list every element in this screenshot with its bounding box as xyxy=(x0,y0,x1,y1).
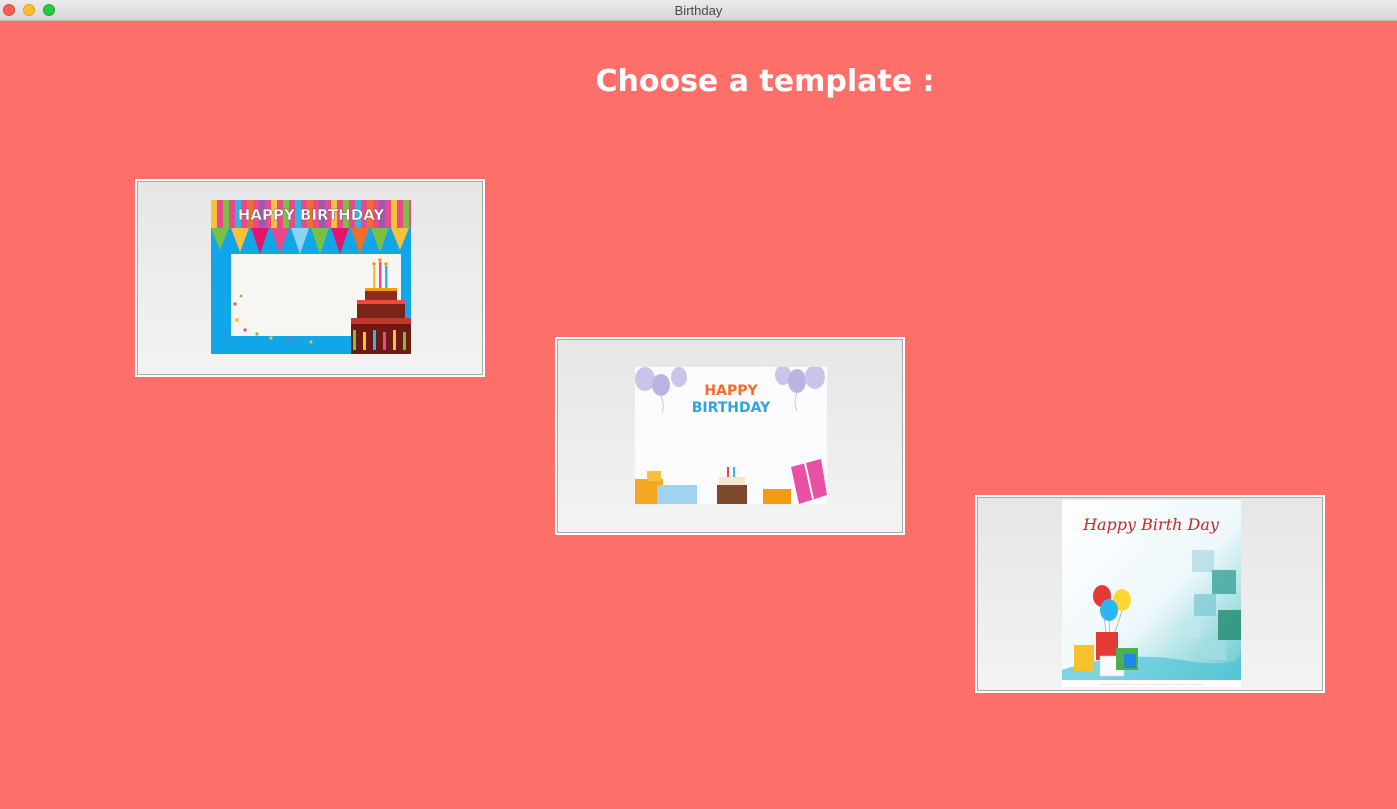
template-card-1-frame: HAPPY BIRTHDAY xyxy=(137,181,483,375)
template-2-thumbnail: HAPPY BIRTHDAY xyxy=(635,367,827,504)
template-card-3[interactable]: Happy Birth Day ........................… xyxy=(975,495,1325,693)
template-3-fine-print: ........................................… xyxy=(1099,683,1204,686)
template-1-thumbnail: HAPPY BIRTHDAY xyxy=(211,200,411,354)
template-2-banner-line1: HAPPY xyxy=(704,383,758,399)
template-card-1[interactable]: HAPPY BIRTHDAY xyxy=(135,179,485,377)
window-title: Birthday xyxy=(674,3,723,18)
template-3-banner: Happy Birth Day xyxy=(1082,515,1220,534)
window-titlebar: Birthday xyxy=(0,0,1397,21)
template-1-banner: HAPPY BIRTHDAY xyxy=(238,206,386,224)
template-card-2-frame: HAPPY BIRTHDAY xyxy=(557,339,903,533)
template-3-thumbnail: Happy Birth Day ........................… xyxy=(1062,500,1241,687)
template-card-2[interactable]: HAPPY BIRTHDAY xyxy=(555,337,905,535)
page-heading: Choose a template : xyxy=(595,64,935,99)
template-2-banner-line2: BIRTHDAY xyxy=(692,400,771,416)
template-card-3-frame: Happy Birth Day ........................… xyxy=(977,497,1323,691)
